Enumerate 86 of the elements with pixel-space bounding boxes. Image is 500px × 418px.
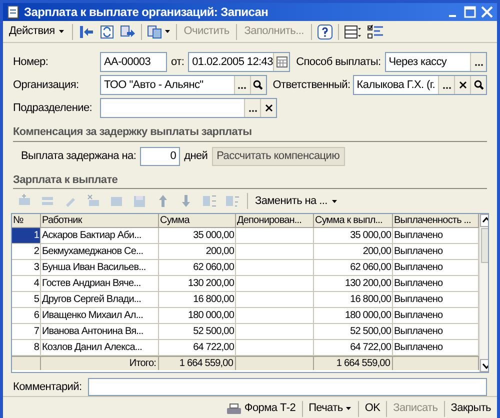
- field-label: Организация:: [13, 78, 80, 93]
- table-cell: 200,00: [314, 244, 393, 260]
- clear-icon[interactable]: [456, 79, 468, 91]
- table-cell: 6: [12, 308, 41, 324]
- column-header[interactable]: Депонирован...: [236, 214, 314, 228]
- document-icon: [6, 5, 20, 19]
- table-cell: 62 060,00: [314, 260, 393, 276]
- table-cell: 7: [12, 324, 41, 340]
- column-header[interactable]: Сумма: [159, 214, 236, 228]
- documents-arrow-icon[interactable]: [120, 24, 136, 40]
- table-cell: 3: [12, 260, 41, 276]
- organization-field[interactable]: ТОО "Авто - Альянс": [100, 75, 267, 95]
- caret-icon: [58, 29, 65, 34]
- field-label: Ответственный:: [272, 78, 349, 93]
- window-title: Зарплата к выплате организаций: Записан: [24, 4, 270, 21]
- replace-menu[interactable]: Заменить на ...: [255, 192, 338, 210]
- table-cell: Иващенко Михаил Ал...: [41, 308, 159, 324]
- columns-list-icon[interactable]: [344, 24, 362, 40]
- field-label: Выплата задержана на:: [21, 148, 136, 164]
- column-header[interactable]: №: [12, 214, 41, 228]
- caret-icon: [331, 198, 338, 204]
- table-cell: Аскаров Бактиар Аби...: [41, 228, 159, 244]
- search-icon[interactable]: [472, 79, 484, 91]
- table-cell: 52 500,00: [314, 324, 393, 340]
- number-field[interactable]: АА-00003: [100, 52, 167, 72]
- section-title: Зарплата к выплате: [13, 174, 118, 186]
- footer-button[interactable]: Печать: [308, 400, 352, 417]
- department-field[interactable]: [100, 98, 277, 118]
- column-header[interactable]: Выплаченность ...: [393, 214, 479, 228]
- close-icon[interactable]: [480, 5, 494, 19]
- table-cell: Иванова Антонина Вя...: [41, 324, 159, 340]
- table-cell: 180 000,00: [159, 308, 236, 324]
- total-cell: 1 664 559,00: [314, 356, 393, 370]
- days-field[interactable]: 0: [140, 146, 180, 166]
- field-label: Подразделение:: [13, 100, 94, 116]
- table-cell: 1: [12, 228, 41, 244]
- table-cell: 4: [12, 276, 41, 292]
- section-title: Компенсация за задержку выплаты зарплаты: [13, 126, 252, 138]
- printer-icon: [226, 402, 242, 416]
- table-cell: 16 800,00: [314, 292, 393, 308]
- table-cell: 130 200,00: [314, 276, 393, 292]
- field-label: от:: [171, 54, 184, 70]
- table-cell: Бунша Иван Васильев...: [41, 260, 159, 276]
- total-cell: Итого:: [41, 356, 159, 370]
- table-cell: Гостев Андриан Вяче...: [41, 276, 159, 292]
- footer-button[interactable]: Закрыть: [450, 400, 491, 417]
- date-field[interactable]: 01.02.2005 12:43: [188, 52, 290, 72]
- arrow-left-icon[interactable]: [78, 24, 94, 40]
- caret-icon: [344, 406, 352, 411]
- calendar-icon[interactable]: [276, 56, 288, 68]
- table-cell: Бекмухамеджанов Се...: [41, 244, 159, 260]
- documents-icon: [146, 24, 163, 40]
- table-cell: 130 200,00: [159, 276, 236, 292]
- unit-label: дней: [184, 148, 208, 164]
- total-cell: 1 664 559,00: [159, 356, 236, 370]
- refresh-icon[interactable]: [98, 24, 115, 40]
- table-cell: 16 800,00: [159, 292, 236, 308]
- table-cell: 5: [12, 292, 41, 308]
- caret-icon: [164, 29, 171, 34]
- checklist-icon[interactable]: [366, 24, 385, 40]
- table-cell: Другов Сергей Влади...: [41, 292, 159, 308]
- table-cell: 35 000,00: [314, 228, 393, 244]
- table-cell: 200,00: [159, 244, 236, 260]
- column-header[interactable]: Сумма к выпл...: [314, 214, 393, 228]
- field-label: Способ выплаты:: [296, 54, 381, 70]
- based-on-menu[interactable]: [146, 24, 171, 40]
- footer-button[interactable]: OK: [364, 400, 380, 417]
- maximize-icon[interactable]: [463, 5, 477, 19]
- table-cell: 35 000,00: [159, 228, 236, 244]
- table-cell: 52 500,00: [159, 324, 236, 340]
- payment-method-field[interactable]: Через кассу: [384, 52, 487, 72]
- total-cell: [12, 356, 41, 370]
- responsible-field[interactable]: Калыкова Г.Х. (г.: [352, 75, 487, 95]
- help-icon[interactable]: [316, 24, 333, 40]
- actions-menu[interactable]: Действия: [7, 23, 67, 40]
- comment-field[interactable]: [88, 378, 487, 396]
- table-cell: 2: [12, 244, 41, 260]
- calculate-compensation-button[interactable]: Рассчитать компенсацию: [212, 146, 345, 166]
- clear-icon[interactable]: [262, 102, 274, 114]
- footer-button[interactable]: Форма Т-2: [226, 400, 296, 417]
- table-cell: 180 000,00: [314, 308, 393, 324]
- search-icon[interactable]: [252, 79, 264, 91]
- field-label: Номер:: [13, 54, 50, 70]
- table-cell: 62 060,00: [159, 260, 236, 276]
- column-header[interactable]: Работник: [41, 214, 159, 228]
- field-label: Комментарий:: [13, 380, 82, 395]
